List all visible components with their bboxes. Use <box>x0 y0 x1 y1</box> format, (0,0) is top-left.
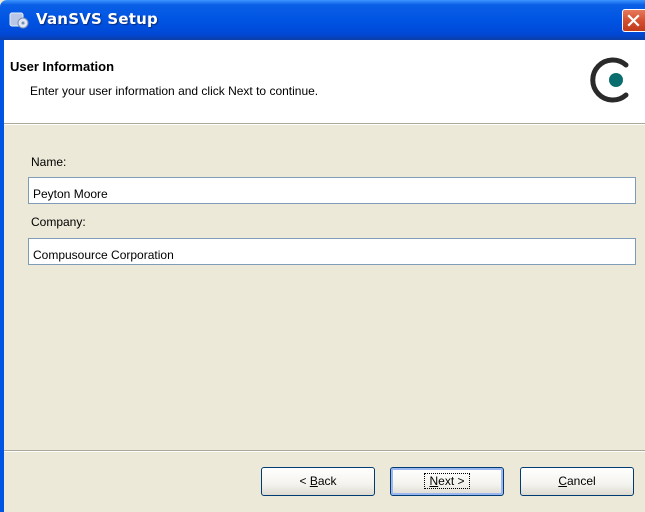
name-field[interactable] <box>28 177 636 204</box>
next-button-focus: Next > <box>424 473 470 489</box>
cancel-button[interactable]: Cancel <box>520 467 634 496</box>
next-button[interactable]: Next > <box>390 467 504 496</box>
back-button-accel: B <box>309 474 318 488</box>
next-button-label: ext > <box>438 474 465 488</box>
header-separator <box>4 123 645 125</box>
close-icon <box>627 14 640 27</box>
back-button-label: ack <box>317 474 337 488</box>
footer-separator <box>4 450 645 452</box>
setup-app-icon <box>9 12 29 29</box>
close-button[interactable] <box>622 9 645 32</box>
page-title: User Information <box>10 59 115 74</box>
company-label: Company: <box>31 215 86 229</box>
window-title: VanSVS Setup <box>36 10 158 28</box>
product-logo-icon <box>590 57 629 103</box>
cancel-button-accel: C <box>558 474 567 488</box>
header-banner: User Information Enter your user informa… <box>4 40 645 123</box>
company-field[interactable] <box>28 238 636 265</box>
back-button-prefix: < <box>299 474 310 488</box>
title-bar[interactable]: VanSVS Setup <box>0 0 645 40</box>
page-subtitle: Enter your user information and click Ne… <box>30 84 319 98</box>
cancel-button-label: ancel <box>566 474 596 488</box>
next-button-accel: N <box>429 474 439 488</box>
name-label: Name: <box>31 155 67 169</box>
back-button[interactable]: < Back <box>261 467 375 496</box>
